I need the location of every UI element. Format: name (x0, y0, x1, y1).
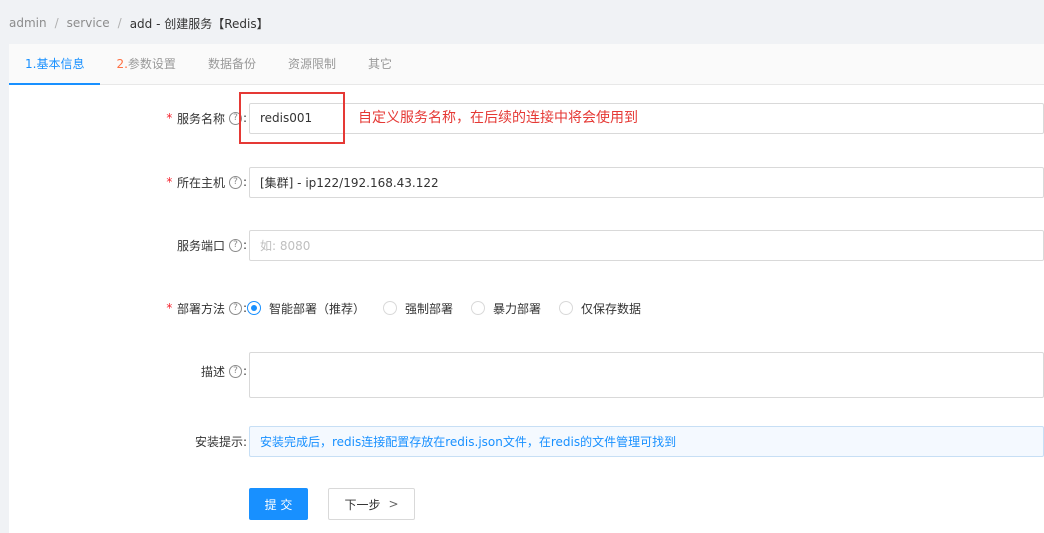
deploy-row: * 部署方法 ? : 智能部署（推荐） 强制部署 暴力部署 仅保存数据 (9, 292, 1044, 324)
next-step-label: 下一步 (344, 497, 381, 512)
description-label: 描述 ? : (201, 355, 247, 387)
tab-resource-limit[interactable]: 资源限制 (272, 44, 352, 84)
submit-button[interactable]: 提 交 (249, 488, 308, 520)
help-icon[interactable]: ? (228, 238, 242, 252)
install-hint-label: 安装提示: (194, 434, 247, 449)
breadcrumb-separator: / (117, 16, 122, 30)
radio-unchecked-icon (383, 301, 398, 315)
host-label: * 所在主机 ? : (166, 166, 247, 198)
colon: : (242, 364, 247, 378)
radio-unchecked-icon (471, 301, 486, 315)
colon: : (242, 175, 247, 189)
required-mark: * (165, 301, 173, 315)
host-row: * 所在主机 ? : [集群] - ip122/192.168.43.122 (9, 166, 1044, 198)
chevron-right-icon: > (388, 497, 399, 511)
radio-unchecked-icon (559, 301, 574, 315)
breadcrumb-admin[interactable]: admin (9, 16, 47, 30)
breadcrumb: admin / service / add - 创建服务【Redis】 (9, 14, 269, 32)
radio-smart-deploy[interactable]: 智能部署（推荐） (247, 300, 365, 317)
label-text: 部署方法 (176, 301, 225, 316)
label-text: 服务端口 (176, 238, 225, 253)
form-panel: 1.基本信息 2.参数设置 数据备份 资源限制 其它 * 服务名称 ? : re… (9, 44, 1044, 533)
tab-other[interactable]: 其它 (352, 44, 408, 84)
next-step-button[interactable]: 下一步 > (328, 488, 415, 520)
tab-backup[interactable]: 数据备份 (192, 44, 272, 84)
service-name-label: * 服务名称 ? : (166, 102, 247, 134)
radio-brute-deploy[interactable]: 暴力部署 (471, 300, 541, 317)
annotation-text: 自定义服务名称，在后续的连接中将会使用到 (358, 110, 638, 126)
radio-label: 强制部署 (405, 301, 454, 316)
description-textarea[interactable] (249, 352, 1044, 398)
tab-label: 参数设置 (127, 57, 176, 71)
required-mark: * (165, 175, 173, 189)
radio-force-deploy[interactable]: 强制部署 (383, 300, 453, 317)
highlight-box (239, 92, 345, 144)
label-text: 服务名称 (176, 111, 225, 126)
tab-basic-info[interactable]: 1.基本信息 (9, 44, 101, 85)
install-hint-box: 安装完成后，redis连接配置存放在redis.json文件，在redis的文件… (249, 425, 1044, 457)
radio-save-data-only[interactable]: 仅保存数据 (559, 300, 641, 317)
help-icon[interactable]: ? (228, 175, 242, 189)
help-icon[interactable]: ? (228, 301, 242, 315)
breadcrumb-service[interactable]: service (67, 16, 110, 30)
breadcrumb-separator: / (54, 16, 59, 30)
port-row: 服务端口 ? : 如: 8080 (9, 229, 1044, 261)
tab-parameters[interactable]: 2.参数设置 (100, 44, 191, 84)
tab-label: 其它 (367, 57, 392, 71)
radio-label: 仅保存数据 (581, 301, 642, 316)
host-select[interactable]: [集群] - ip122/192.168.43.122 (249, 166, 1044, 198)
tab-number: 1. (25, 57, 37, 71)
deploy-radio-group: 智能部署（推荐） 强制部署 暴力部署 仅保存数据 (247, 300, 659, 317)
radio-label: 暴力部署 (493, 301, 542, 316)
tab-label: 资源限制 (287, 57, 336, 71)
tab-label: 数据备份 (207, 57, 256, 71)
port-input[interactable]: 如: 8080 (249, 229, 1044, 261)
install-hint-row: 安装提示: 安装完成后，redis连接配置存放在redis.json文件，在re… (9, 425, 1044, 457)
colon: : (242, 238, 247, 252)
tab-label: 基本信息 (36, 57, 85, 71)
label-text: 描述 (200, 364, 225, 379)
label-text: 所在主机 (176, 175, 225, 190)
help-icon[interactable]: ? (228, 364, 242, 378)
tab-number: 2. (116, 57, 128, 71)
deploy-label: * 部署方法 ? : (166, 292, 247, 324)
port-label: 服务端口 ? : (177, 229, 247, 261)
required-mark: * (165, 111, 173, 125)
breadcrumb-current: add - 创建服务【Redis】 (129, 16, 269, 31)
step-tabs: 1.基本信息 2.参数设置 数据备份 资源限制 其它 (9, 44, 1044, 85)
radio-label: 智能部署（推荐） (269, 301, 366, 316)
radio-checked-icon (247, 301, 261, 315)
